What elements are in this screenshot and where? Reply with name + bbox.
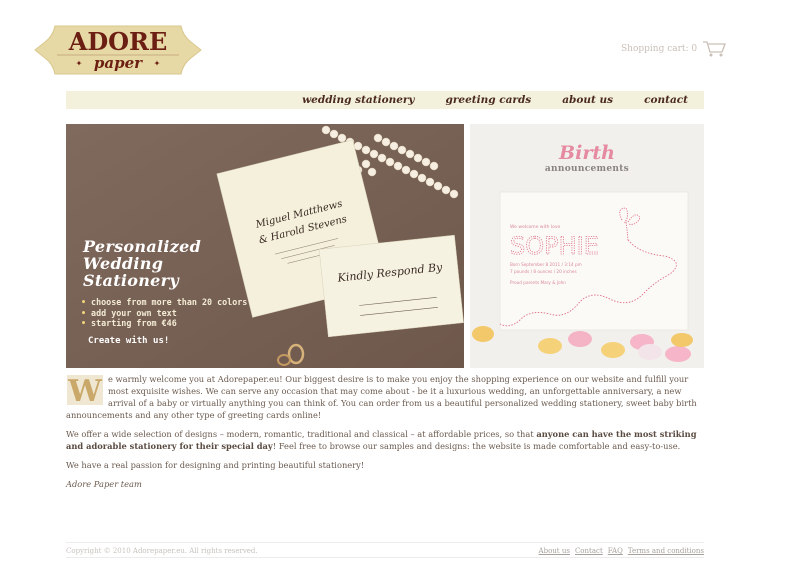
svg-text:✦: ✦: [154, 59, 161, 68]
birth-card-details: 7 pounds / 8 ounces / 20 inches: [510, 269, 577, 274]
selection-paragraph: We offer a wide selection of designs – m…: [66, 429, 697, 451]
birth-card-intro: We welcome with love: [510, 224, 561, 230]
footer-link-faq[interactable]: FAQ: [608, 547, 623, 555]
banner-feature: • choose from more than 20 colors: [81, 297, 248, 307]
footer-links: About us Contact FAQ Terms and condition…: [539, 547, 704, 555]
nav-item-contact[interactable]: contact: [644, 94, 688, 106]
footer-link-contact[interactable]: Contact: [575, 547, 603, 555]
logo-title: ADORE: [68, 27, 168, 56]
shopping-cart-link[interactable]: Shopping cart: 0: [621, 39, 727, 59]
footer-link-terms[interactable]: Terms and conditions: [628, 547, 704, 555]
logo-badge: ADORE paper ✦ ✦: [34, 25, 202, 75]
shopping-cart-label: Shopping cart: 0: [621, 44, 698, 54]
birth-card-parents: Proud parents Mary & John: [510, 280, 566, 285]
banner-title: Personalized Wedding Stationery: [83, 237, 202, 290]
banner-feature-list: • choose from more than 20 colors • add yo…: [81, 297, 247, 329]
banner-feature: • add your own text: [81, 307, 177, 318]
footer-link-about-us[interactable]: About us: [539, 547, 570, 555]
passion-paragraph: We have a real passion for designing and…: [66, 460, 365, 470]
banner-feature: • starting from €46: [81, 318, 177, 328]
site-logo[interactable]: ADORE paper ✦ ✦: [33, 22, 203, 78]
logo-subtitle: paper: [94, 54, 143, 72]
copyright-text: Copyright © 2010 Adorepaper.eu. All righ…: [66, 547, 258, 555]
birth-banner-subtitle: announcements: [544, 164, 630, 174]
birth-banner-title: Birth: [559, 142, 615, 164]
svg-text:W: W: [67, 374, 103, 406]
svg-text:✦: ✦: [76, 59, 83, 68]
create-with-us-button[interactable]: Create with us!: [88, 336, 169, 346]
main-nav: wedding stationery greeting cards about …: [66, 91, 704, 109]
nav-item-greeting-cards[interactable]: greeting cards: [446, 94, 532, 106]
dropcap-w: W: [66, 374, 104, 409]
birth-card-name: SOPHIE: [510, 232, 599, 260]
birth-announcements-banner[interactable]: We welcome with love SOPHIE Born Septemb…: [470, 124, 704, 368]
birth-card-details: Born September 8 2011 / 3:14 pm: [510, 262, 582, 267]
welcome-text: W e warmly welcome you at Adorepaper.eu!…: [66, 373, 704, 497]
shopping-cart-icon: [703, 41, 727, 57]
signature: Adore Paper team: [66, 479, 142, 489]
footer: Copyright © 2010 Adorepaper.eu. All righ…: [66, 542, 704, 558]
welcome-paragraph: W e warmly welcome you at Adorepaper.eu!…: [66, 374, 697, 420]
wedding-stationery-banner[interactable]: Miguel Matthews & Harold Stevens Kindly …: [66, 124, 464, 368]
nav-item-wedding-stationery[interactable]: wedding stationery: [302, 94, 414, 106]
nav-item-about-us[interactable]: about us: [562, 94, 613, 106]
